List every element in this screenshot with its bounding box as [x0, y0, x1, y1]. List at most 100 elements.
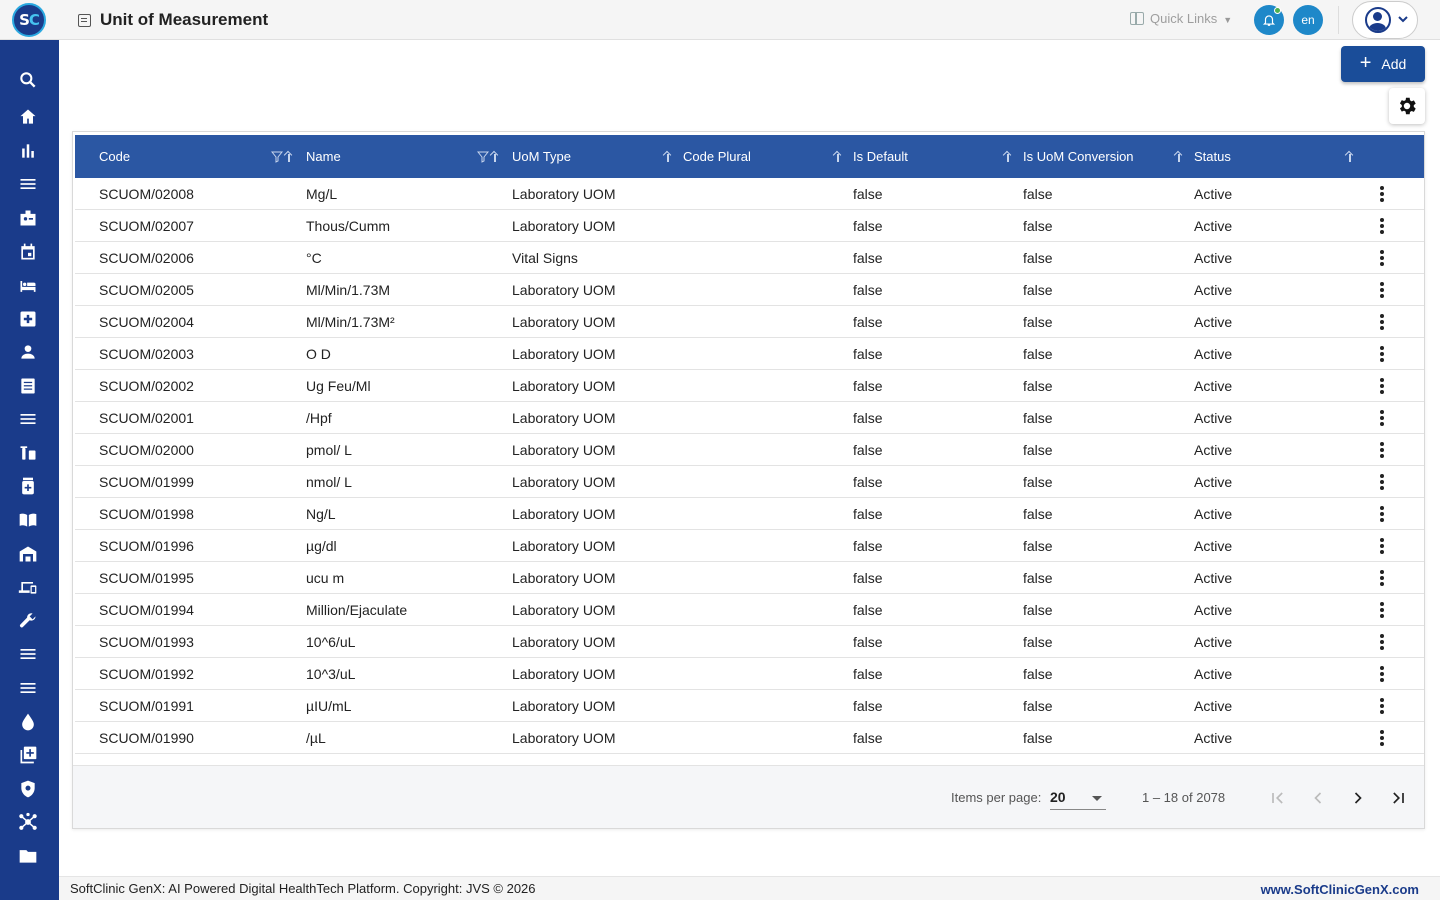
badge-icon[interactable] — [16, 206, 40, 230]
row-actions-kebab-icon[interactable] — [1377, 505, 1387, 523]
medicine-icon[interactable] — [16, 441, 40, 465]
profile-menu[interactable] — [1352, 1, 1418, 39]
folder-icon[interactable] — [16, 844, 40, 868]
row-actions-kebab-icon[interactable] — [1377, 537, 1387, 555]
sort-arrow-icon[interactable] — [663, 151, 673, 163]
drop-icon[interactable] — [16, 710, 40, 734]
table-row[interactable]: SCUOM/02004 Ml/Min/1.73M² Laboratory UOM fa… — [75, 306, 1424, 338]
pill-bottle-icon[interactable] — [16, 474, 40, 498]
column-header-code-plural[interactable]: Code Plural — [683, 135, 751, 178]
chevron-down-icon — [1397, 13, 1409, 28]
table-row[interactable]: SCUOM/02006 °C Vital Signs false false Active — [75, 242, 1424, 274]
column-header-is-default[interactable]: Is Default — [853, 135, 908, 178]
row-actions-kebab-icon[interactable] — [1377, 409, 1387, 427]
devices-icon[interactable] — [16, 575, 40, 599]
filter-icon[interactable] — [270, 151, 284, 163]
quick-links-menu[interactable]: Quick Links ▼ — [1130, 11, 1232, 26]
table-row[interactable]: SCUOM/02007 Thous/Cumm Laboratory UOM false… — [75, 210, 1424, 242]
table-row[interactable]: SCUOM/01993 10^6/uL Laboratory UOM false fal… — [75, 626, 1424, 658]
table-row[interactable]: SCUOM/01995 ucu m Laboratory UOM false false… — [75, 562, 1424, 594]
sort-arrow-icon[interactable] — [284, 151, 294, 163]
row-actions-kebab-icon[interactable] — [1377, 473, 1387, 491]
cell-status: Active — [1194, 569, 1233, 586]
cell-name: O D — [306, 345, 331, 362]
sidebar — [0, 40, 59, 900]
settings-button[interactable] — [1389, 88, 1425, 124]
sort-arrow-icon[interactable] — [1345, 151, 1355, 163]
table-row[interactable]: SCUOM/02002 Ug Feu/Ml Laboratory UOM false f… — [75, 370, 1424, 402]
column-header-status[interactable]: Status — [1194, 135, 1231, 178]
language-button[interactable]: en — [1293, 5, 1323, 35]
row-actions-kebab-icon[interactable] — [1377, 249, 1387, 267]
menu-icon[interactable] — [16, 172, 40, 196]
hub-icon[interactable] — [16, 810, 40, 834]
cell-is-default: false — [853, 409, 883, 426]
menu-icon[interactable] — [16, 642, 40, 666]
table-row[interactable]: SCUOM/02000 pmol/ L Laboratory UOM false fal… — [75, 434, 1424, 466]
row-actions-kebab-icon[interactable] — [1377, 345, 1387, 363]
next-page-button[interactable] — [1345, 785, 1371, 811]
first-page-icon — [1272, 792, 1283, 804]
row-actions-kebab-icon[interactable] — [1377, 441, 1387, 459]
website-link[interactable]: www.SoftClinicGenX.com — [1261, 882, 1419, 897]
bed-icon[interactable] — [16, 274, 40, 298]
medical-plus-icon[interactable] — [16, 307, 40, 331]
person-icon[interactable] — [16, 340, 40, 364]
column-header-uom-type[interactable]: UoM Type — [512, 135, 571, 178]
row-actions-kebab-icon[interactable] — [1377, 729, 1387, 747]
row-actions-kebab-icon[interactable] — [1377, 569, 1387, 587]
table-row[interactable]: SCUOM/01999 nmol/ L Laboratory UOM false fal… — [75, 466, 1424, 498]
table-row[interactable]: SCUOM/01992 10^3/uL Laboratory UOM false fal… — [75, 658, 1424, 690]
document-list-icon[interactable] — [16, 374, 40, 398]
chevron-left-icon — [1314, 792, 1322, 804]
home-icon[interactable] — [16, 105, 40, 129]
search-icon[interactable] — [16, 68, 40, 92]
row-actions-kebab-icon[interactable] — [1377, 601, 1387, 619]
sort-arrow-icon[interactable] — [1003, 151, 1013, 163]
column-header-is-uom-conversion[interactable]: Is UoM Conversion — [1023, 135, 1134, 178]
sort-arrow-icon[interactable] — [833, 151, 843, 163]
column-header-code[interactable]: Code — [99, 135, 130, 178]
row-actions-kebab-icon[interactable] — [1377, 665, 1387, 683]
row-actions-kebab-icon[interactable] — [1377, 697, 1387, 715]
row-actions-kebab-icon[interactable] — [1377, 633, 1387, 651]
table-row[interactable]: SCUOM/01998 Ng/L Laboratory UOM false false A… — [75, 498, 1424, 530]
last-page-button[interactable] — [1385, 785, 1411, 811]
table-row[interactable]: SCUOM/02001/Hpf Laboratory UOM false false A… — [75, 402, 1424, 434]
bar-chart-icon[interactable] — [16, 139, 40, 163]
first-page-button[interactable] — [1265, 785, 1291, 811]
row-actions-kebab-icon[interactable] — [1377, 185, 1387, 203]
row-actions-kebab-icon[interactable] — [1377, 313, 1387, 331]
cell-is-default: false — [853, 441, 883, 458]
kebab-dot — [1380, 614, 1384, 618]
menu-icon[interactable] — [16, 676, 40, 700]
app-logo[interactable]: SC — [12, 3, 46, 37]
notifications-button[interactable] — [1254, 5, 1284, 35]
calendar-icon[interactable] — [16, 240, 40, 264]
row-actions-kebab-icon[interactable] — [1377, 281, 1387, 299]
book-icon[interactable] — [16, 508, 40, 532]
add-box-icon[interactable] — [16, 743, 40, 767]
previous-page-button[interactable] — [1305, 785, 1331, 811]
wrench-icon[interactable] — [16, 609, 40, 633]
table-row[interactable]: SCUOM/02003 O D Laboratory UOM false false Ac… — [75, 338, 1424, 370]
items-per-page-select[interactable]: 20 — [1050, 786, 1106, 810]
warehouse-icon[interactable] — [16, 542, 40, 566]
cell-is-default: false — [853, 633, 883, 650]
menu-icon[interactable] — [16, 407, 40, 431]
table-row[interactable]: SCUOM/02005 Ml/Min/1.73M Laboratory UOM fal… — [75, 274, 1424, 306]
filter-icon[interactable] — [476, 151, 490, 163]
sort-arrow-icon[interactable] — [1174, 151, 1184, 163]
table-row[interactable]: SCUOM/01990/µL Laboratory UOM false false Ac… — [75, 722, 1424, 754]
add-button[interactable]: + Add — [1341, 46, 1425, 82]
table-row[interactable]: SCUOM/01991 µIU/mL Laboratory UOM false fals… — [75, 690, 1424, 722]
table-row[interactable]: SCUOM/02008 Mg/L Laboratory UOM false false A… — [75, 178, 1424, 210]
row-actions-kebab-icon[interactable] — [1377, 217, 1387, 235]
shield-icon[interactable] — [16, 777, 40, 801]
column-header-name[interactable]: Name — [306, 135, 341, 178]
sort-arrow-icon[interactable] — [490, 151, 500, 163]
table-row[interactable]: SCUOM/01996 µg/dl Laboratory UOM false false… — [75, 530, 1424, 562]
row-actions-kebab-icon[interactable] — [1377, 377, 1387, 395]
kebab-dot — [1380, 282, 1384, 286]
table-row[interactable]: SCUOM/01994 Million/Ejaculate Laboratory U… — [75, 594, 1424, 626]
